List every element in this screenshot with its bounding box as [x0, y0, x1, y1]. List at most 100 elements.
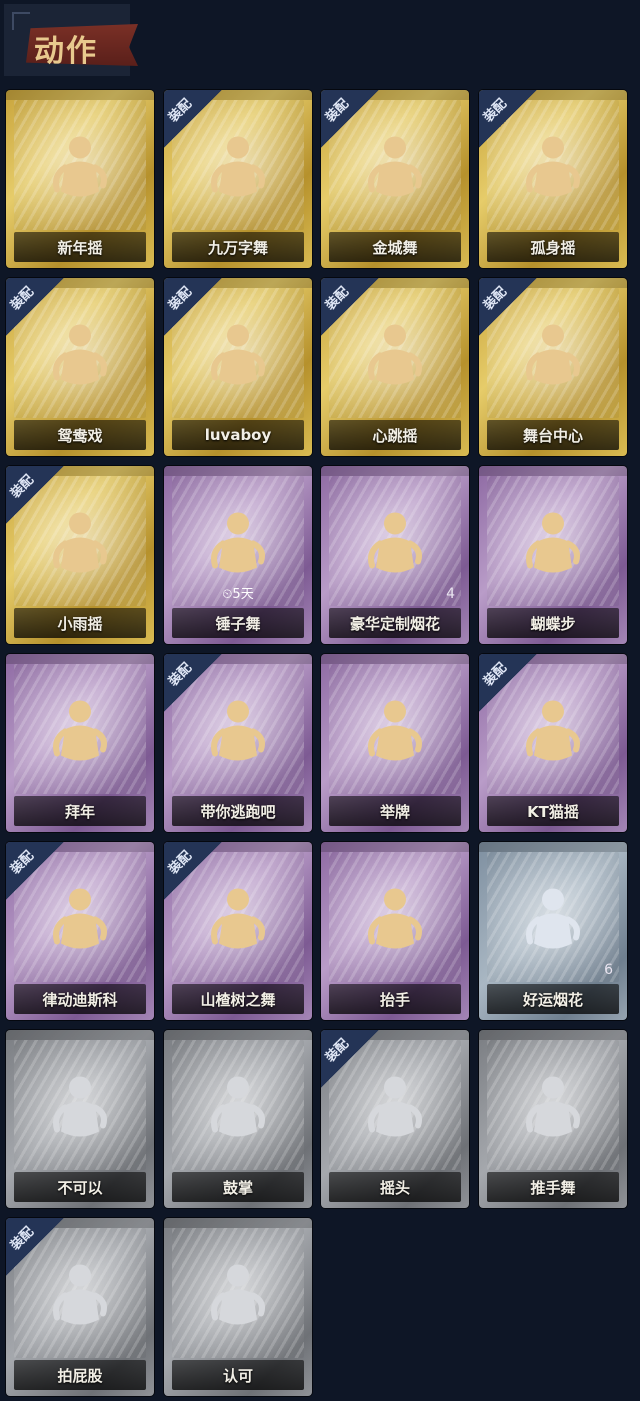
action-pose-icon: [201, 1259, 275, 1341]
action-pose-icon: [516, 1071, 590, 1153]
action-card[interactable]: 6 好运烟花: [479, 842, 627, 1020]
action-name: 九万字舞: [207, 238, 268, 257]
action-card[interactable]: 拍屁股 装配: [6, 1218, 154, 1396]
action-card[interactable]: 认可: [164, 1218, 312, 1396]
equipped-badge: 装配: [6, 842, 64, 900]
action-pose-icon: [516, 883, 590, 965]
card-label-bar: 带你逃跑吧: [172, 796, 304, 826]
action-card[interactable]: 鸳鸯戏 装配: [6, 278, 154, 456]
action-name: 豪华定制烟花: [349, 614, 440, 633]
duration-timer: ⏲5天: [222, 587, 254, 602]
card-label-bar: 鸳鸯戏: [14, 420, 146, 450]
action-pose-icon: [43, 131, 117, 213]
action-card[interactable]: 摇头 装配: [321, 1030, 469, 1208]
action-name: 小雨摇: [57, 614, 103, 633]
action-card[interactable]: 新年摇: [6, 90, 154, 268]
action-card[interactable]: 拜年: [6, 654, 154, 832]
card-label-bar: luvaboy: [172, 420, 304, 450]
equipped-badge: 装配: [164, 654, 222, 712]
equipped-badge: 装配: [6, 466, 64, 524]
action-card[interactable]: 舞台中心 装配: [479, 278, 627, 456]
action-card[interactable]: 4 豪华定制烟花: [321, 466, 469, 644]
action-card[interactable]: luvaboy 装配: [164, 278, 312, 456]
equipped-badge: 装配: [321, 1030, 379, 1088]
action-name: 山楂树之舞: [200, 990, 276, 1009]
card-label-bar: 推手舞: [487, 1172, 619, 1202]
action-name: luvaboy: [204, 426, 272, 444]
action-name: 举牌: [379, 802, 410, 821]
card-label-bar: 抬手: [329, 984, 461, 1014]
action-card[interactable]: 九万字舞 装配: [164, 90, 312, 268]
action-card[interactable]: 举牌: [321, 654, 469, 832]
section-title: 动作: [34, 34, 98, 69]
equipped-badge: 装配: [6, 1218, 64, 1276]
action-pose-icon: [43, 1071, 117, 1153]
card-frame-top: [6, 654, 154, 664]
action-name: 舞台中心: [522, 426, 583, 445]
action-card[interactable]: 孤身摇 装配: [479, 90, 627, 268]
action-name: 金城舞: [372, 238, 418, 257]
card-label-bar: 心跳摇: [329, 420, 461, 450]
action-name: 锤子舞: [215, 614, 261, 633]
card-label-bar: 金城舞: [329, 232, 461, 262]
card-frame-top: [321, 842, 469, 852]
card-label-bar: 蝴蝶步: [487, 608, 619, 638]
action-pose-icon: [358, 695, 432, 777]
action-name: 带你逃跑吧: [200, 802, 276, 821]
action-name: 好运烟花: [522, 990, 583, 1009]
card-label-bar: 拍屁股: [14, 1360, 146, 1390]
equipped-badge: 装配: [479, 90, 537, 148]
action-name: 新年摇: [57, 238, 103, 257]
card-label-bar: 九万字舞: [172, 232, 304, 262]
action-name: 抬手: [379, 990, 410, 1009]
action-card[interactable]: 推手舞: [479, 1030, 627, 1208]
equipped-badge: 装配: [164, 842, 222, 900]
header-corner-ornament: [12, 12, 30, 30]
action-name: 拍屁股: [57, 1366, 103, 1385]
card-frame-top: [479, 1030, 627, 1040]
action-card[interactable]: ⏲5天锤子舞: [164, 466, 312, 644]
card-frame-top: [164, 1030, 312, 1040]
action-card[interactable]: 鼓掌: [164, 1030, 312, 1208]
action-card[interactable]: 带你逃跑吧 装配: [164, 654, 312, 832]
card-label-bar: 鼓掌: [172, 1172, 304, 1202]
item-count: 4: [446, 586, 455, 602]
action-pose-icon: [358, 883, 432, 965]
equipped-badge: 装配: [164, 90, 222, 148]
card-frame-top: [321, 654, 469, 664]
action-card[interactable]: 不可以: [6, 1030, 154, 1208]
equipped-badge: 装配: [479, 278, 537, 336]
item-count: 6: [604, 962, 613, 978]
card-frame-top: [479, 842, 627, 852]
action-name: 鸳鸯戏: [57, 426, 103, 445]
section-header: 动作: [4, 4, 138, 76]
card-label-bar: 小雨摇: [14, 608, 146, 638]
action-name: KT猫摇: [527, 802, 579, 821]
action-card[interactable]: KT猫摇 装配: [479, 654, 627, 832]
card-label-bar: 孤身摇: [487, 232, 619, 262]
action-card[interactable]: 山楂树之舞 装配: [164, 842, 312, 1020]
card-label-bar: 认可: [172, 1360, 304, 1390]
action-card[interactable]: 小雨摇 装配: [6, 466, 154, 644]
action-card[interactable]: 蝴蝶步: [479, 466, 627, 644]
action-card[interactable]: 心跳摇 装配: [321, 278, 469, 456]
card-label-bar: 新年摇: [14, 232, 146, 262]
card-label-bar: 摇头: [329, 1172, 461, 1202]
action-card[interactable]: 抬手: [321, 842, 469, 1020]
card-label-bar: 拜年: [14, 796, 146, 826]
action-name: 心跳摇: [372, 426, 418, 445]
card-label-bar: 豪华定制烟花: [329, 608, 461, 638]
equipped-badge: 装配: [6, 278, 64, 336]
action-name: 认可: [222, 1366, 253, 1385]
card-frame-top: [164, 1218, 312, 1228]
card-label-bar: 山楂树之舞: [172, 984, 304, 1014]
card-label-bar: KT猫摇: [487, 796, 619, 826]
equipped-badge: 装配: [321, 278, 379, 336]
card-label-bar: 好运烟花: [487, 984, 619, 1014]
action-name: 鼓掌: [222, 1178, 253, 1197]
action-name: 不可以: [57, 1178, 103, 1197]
action-card[interactable]: 金城舞 装配: [321, 90, 469, 268]
equipped-badge: 装配: [479, 654, 537, 712]
action-card[interactable]: 律动迪斯科 装配: [6, 842, 154, 1020]
card-label-bar: 锤子舞: [172, 608, 304, 638]
